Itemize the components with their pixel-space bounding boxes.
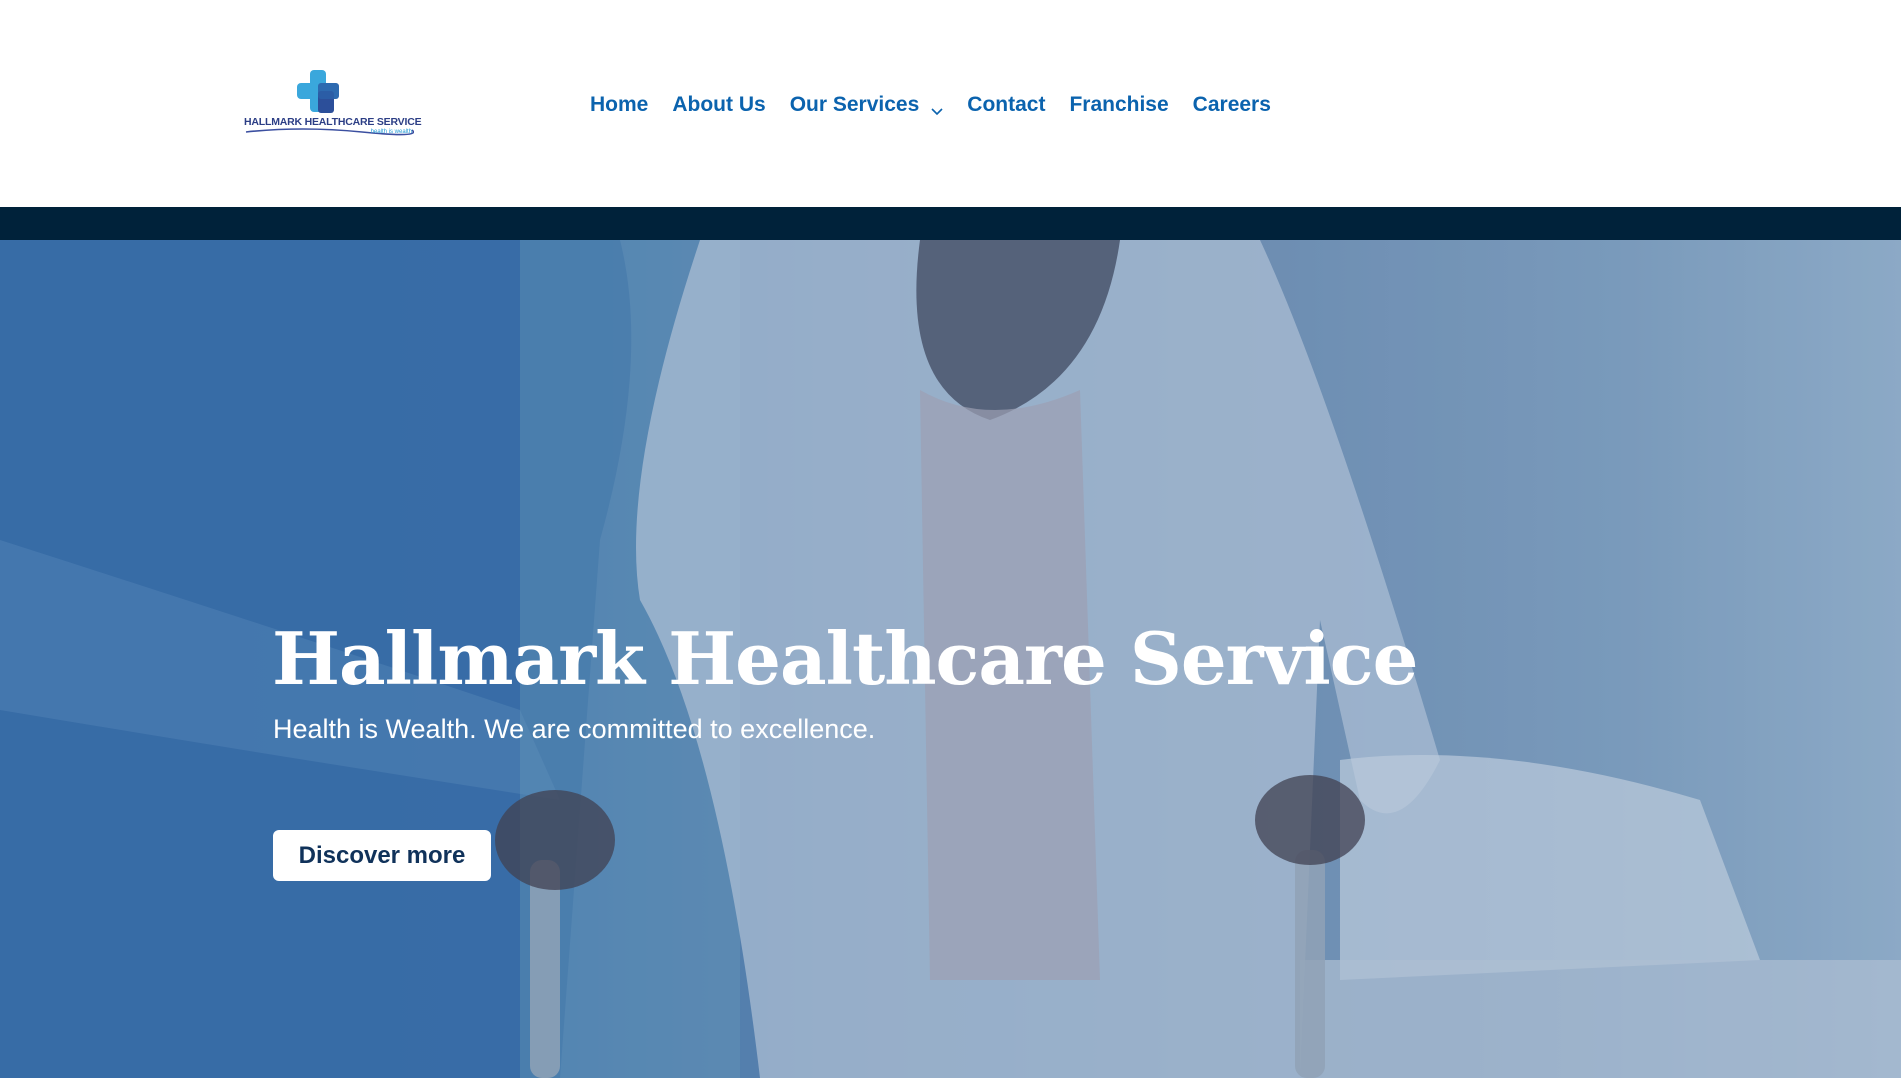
hero-section: Hallmark Healthcare Service Health is We… (0, 240, 1901, 1078)
header-divider-bar (0, 207, 1901, 240)
site-logo[interactable]: HALLMARK HEALTHCARE SERVICE health is we… (242, 68, 422, 142)
logo-name: HALLMARK HEALTHCARE SERVICE (244, 116, 422, 128)
logo-tagline: health is wealth (370, 129, 412, 135)
site-header: HALLMARK HEALTHCARE SERVICE health is we… (0, 0, 1901, 207)
chevron-down-icon[interactable] (931, 99, 943, 116)
main-nav: Home About Us Our Services Contact Franc… (590, 90, 1271, 120)
hero-title: Hallmark Healthcare Service (272, 616, 1418, 701)
nav-contact[interactable]: Contact (967, 93, 1045, 117)
nav-careers[interactable]: Careers (1193, 93, 1271, 117)
hero-subtitle: Health is Wealth. We are committed to ex… (273, 714, 876, 744)
nav-home[interactable]: Home (590, 93, 648, 117)
nav-franchise[interactable]: Franchise (1069, 93, 1168, 117)
nav-about-us[interactable]: About Us (672, 93, 765, 117)
nav-our-services[interactable]: Our Services (790, 93, 944, 117)
nav-our-services-label: Our Services (789, 93, 920, 116)
discover-more-button[interactable]: Discover more (273, 830, 491, 881)
